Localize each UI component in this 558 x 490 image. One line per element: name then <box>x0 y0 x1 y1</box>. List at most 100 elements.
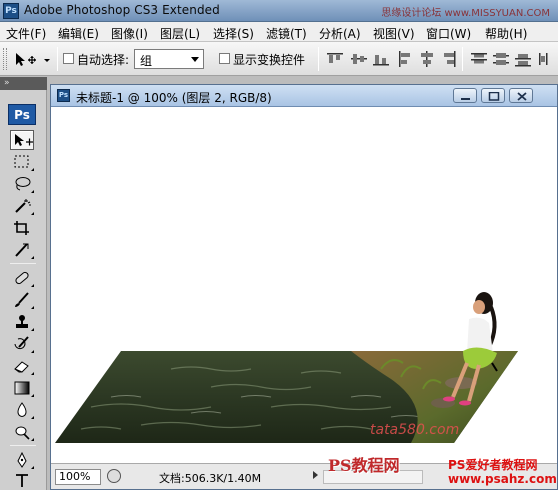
history-brush-icon <box>14 336 29 350</box>
align-vcenter-icon[interactable] <box>350 50 368 68</box>
align-top-icon[interactable] <box>326 50 344 68</box>
tool-submenu-indicator <box>31 466 34 469</box>
blur-tool[interactable] <box>10 400 34 420</box>
status-menu-icon[interactable] <box>107 469 121 483</box>
minimize-icon <box>461 98 470 100</box>
menu-select[interactable]: 选择(S) <box>213 25 254 42</box>
menu-image[interactable]: 图像(I) <box>111 25 148 42</box>
tool-submenu-indicator <box>31 256 34 259</box>
tool-submenu-indicator <box>31 190 34 193</box>
tool-submenu-indicator <box>31 306 34 309</box>
tool-preset-picker[interactable] <box>10 48 52 70</box>
toolbox-separator <box>10 263 36 264</box>
align-right-icon[interactable] <box>440 50 458 68</box>
auto-select-checkbox[interactable] <box>63 53 74 64</box>
toolbox-panel: » Ps <box>0 77 47 490</box>
tool-submenu-indicator <box>31 284 34 287</box>
tool-submenu-indicator <box>31 394 34 397</box>
type-tool[interactable] <box>10 470 34 490</box>
menu-file[interactable]: 文件(F) <box>6 25 46 42</box>
gradient-icon <box>14 381 30 395</box>
maximize-button[interactable] <box>481 88 505 103</box>
bandage-icon <box>15 271 29 285</box>
clone-stamp-tool[interactable] <box>10 312 34 332</box>
eraser-tool[interactable] <box>10 356 34 376</box>
document-icon: Ps <box>57 89 70 102</box>
eraser-icon <box>14 361 29 373</box>
gradient-tool[interactable] <box>10 378 34 398</box>
toolbox-ps-logo[interactable]: Ps <box>8 104 36 125</box>
tool-submenu-indicator <box>31 438 34 441</box>
pen-tool[interactable] <box>10 450 34 470</box>
watermark-top: 思缘设计论坛 www.MISSYUAN.COM <box>381 8 550 19</box>
tool-submenu-indicator <box>31 350 34 353</box>
distribute-vcenter-icon[interactable] <box>492 50 510 68</box>
distribute-bottom-icon[interactable] <box>514 50 532 68</box>
menu-help[interactable]: 帮助(H) <box>485 25 527 42</box>
menu-edit[interactable]: 编辑(E) <box>58 25 99 42</box>
align-hcenter-icon[interactable] <box>418 50 436 68</box>
move-tool-icon <box>15 134 33 146</box>
photoshop-logo-icon[interactable]: Ps <box>3 3 19 19</box>
brush-tool[interactable] <box>10 290 34 310</box>
dodge-tool[interactable] <box>10 422 34 442</box>
auto-select-dropdown[interactable]: 组 <box>134 49 204 69</box>
status-arrow-icon[interactable] <box>313 471 318 479</box>
toolbox-header[interactable]: » <box>0 77 47 90</box>
brush-icon <box>15 292 29 307</box>
options-bar-grip[interactable] <box>3 48 7 70</box>
lasso-icon <box>15 177 31 191</box>
menu-bar: 文件(F) 编辑(E) 图像(I) 图层(L) 选择(S) 滤镜(T) 分析(A… <box>0 22 558 42</box>
options-bar: 自动选择: 组 显示变换控件 <box>0 42 558 76</box>
menu-layer[interactable]: 图层(L) <box>160 25 200 42</box>
move-tool[interactable] <box>10 130 34 150</box>
magic-wand-tool[interactable] <box>10 196 34 216</box>
toolbox-separator <box>10 445 36 446</box>
watermark-url: tata580.com <box>370 422 460 438</box>
zoom-field[interactable]: 100% <box>55 469 101 485</box>
menu-view[interactable]: 视图(V) <box>373 25 415 42</box>
close-button[interactable] <box>509 88 533 103</box>
tool-submenu-indicator <box>31 416 34 419</box>
watermark-right-1: PS爱好者教程网 <box>448 458 538 472</box>
crop-tool[interactable] <box>10 218 34 238</box>
document-size: 文档:506.3K/1.40M <box>159 472 262 485</box>
distribute-more-icon[interactable] <box>536 50 554 68</box>
auto-select-value: 组 <box>140 54 153 68</box>
document-window: Ps 未标题-1 @ 100% (图层 2, RGB/8) 100% 文档:50… <box>50 84 558 490</box>
drop-icon <box>17 402 27 417</box>
document-canvas[interactable] <box>51 107 557 463</box>
marquee-icon <box>14 155 29 168</box>
tool-submenu-indicator <box>31 328 34 331</box>
document-title: 未标题-1 @ 100% (图层 2, RGB/8) <box>76 91 272 105</box>
menu-window[interactable]: 窗口(W) <box>426 25 471 42</box>
align-bottom-icon[interactable] <box>372 50 390 68</box>
menu-analysis[interactable]: 分析(A) <box>319 25 361 42</box>
lasso-tool[interactable] <box>10 174 34 194</box>
auto-select-label: 自动选择: <box>77 53 130 67</box>
menu-filter[interactable]: 滤镜(T) <box>266 25 307 42</box>
crop-icon <box>14 221 29 235</box>
document-title-bar[interactable]: Ps 未标题-1 @ 100% (图层 2, RGB/8) <box>51 85 557 107</box>
close-icon <box>517 92 527 101</box>
marquee-tool[interactable] <box>10 152 34 172</box>
show-transform-label: 显示变换控件 <box>233 53 306 67</box>
options-separator <box>462 47 463 71</box>
maximize-icon <box>488 92 500 101</box>
tool-submenu-indicator <box>31 168 34 171</box>
magic-wand-icon <box>15 199 31 213</box>
slice-tool[interactable] <box>10 240 34 260</box>
photoshop-app: Ps Adobe Photoshop CS3 Extended 思缘设计论坛 w… <box>0 0 558 490</box>
history-brush-tool[interactable] <box>10 334 34 354</box>
watermark-left: PS教程网 <box>328 456 400 475</box>
show-transform-checkbox[interactable] <box>219 53 230 64</box>
healing-brush-tool[interactable] <box>10 268 34 288</box>
distribute-top-icon[interactable] <box>470 50 488 68</box>
options-separator <box>57 47 58 71</box>
minimize-button[interactable] <box>453 88 477 103</box>
app-title: Adobe Photoshop CS3 Extended <box>24 3 220 17</box>
align-left-icon[interactable] <box>396 50 414 68</box>
tool-submenu-indicator <box>31 212 34 215</box>
pen-icon <box>17 452 27 468</box>
app-title-bar: Ps Adobe Photoshop CS3 Extended 思缘设计论坛 w… <box>0 0 558 22</box>
